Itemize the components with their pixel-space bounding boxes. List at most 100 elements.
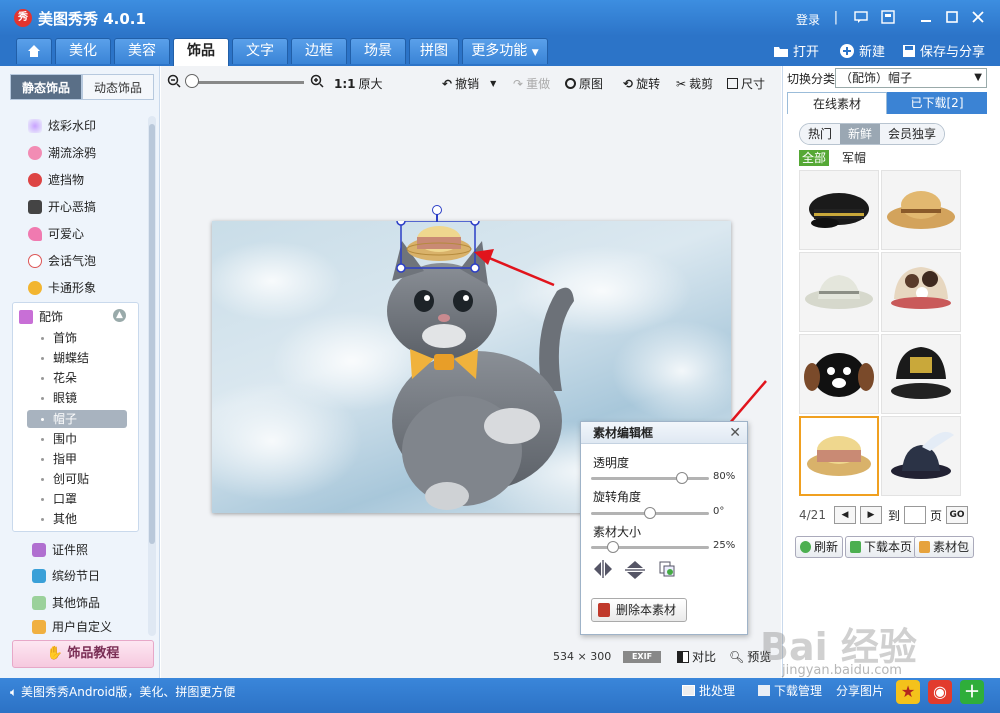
rotation-slider-handle[interactable] — [644, 507, 656, 519]
tab-scene[interactable]: 场景 — [350, 38, 406, 64]
sidebar-scrollbar[interactable] — [148, 116, 156, 636]
filter-military-cap[interactable]: 军帽 — [839, 150, 869, 166]
flip-vertical-icon[interactable] — [625, 560, 645, 580]
zoom-slider-handle[interactable] — [185, 74, 199, 88]
refresh-button[interactable]: 刷新 — [795, 536, 844, 558]
subcategory-item[interactable]: 花朵 — [27, 369, 127, 387]
subcategory-item[interactable]: 眼镜 — [27, 389, 127, 407]
material-thumbnail[interactable] — [881, 252, 961, 332]
qzone-star-icon[interactable]: ★ — [896, 680, 920, 704]
opacity-slider[interactable] — [591, 472, 709, 484]
download-page-button[interactable]: 下载本页 — [845, 536, 918, 558]
tab-more-features[interactable]: 更多功能 ▼ — [462, 38, 548, 64]
skin-icon[interactable] — [880, 10, 896, 26]
tab-frame[interactable]: 边框 — [291, 38, 347, 64]
sidebar-item-watermark[interactable]: 炫彩水印 — [28, 116, 96, 136]
exif-button[interactable]: EXIF — [623, 651, 661, 663]
subcategory-item[interactable]: 首饰 — [27, 329, 127, 347]
tab-online-materials[interactable]: 在线素材 — [787, 92, 887, 114]
redo-button[interactable]: ↷ 重做 — [513, 75, 550, 92]
subcategory-item[interactable]: 创可贴 — [27, 470, 127, 488]
tab-downloaded[interactable]: 已下载[2] — [887, 92, 987, 114]
filter-all[interactable]: 全部 — [799, 150, 830, 166]
sidebar-item-mask[interactable]: 遮挡物 — [28, 170, 84, 190]
sidebar-item-other[interactable]: 其他饰品 — [32, 593, 100, 613]
rotate-button[interactable]: ⟲ 旋转 — [623, 75, 660, 92]
subcategory-item[interactable]: 指甲 — [27, 450, 127, 468]
sidebar-item-accessory[interactable]: 配饰 — [19, 307, 63, 327]
next-page-button[interactable]: ▶ — [859, 506, 882, 524]
save-share-button[interactable]: 保存与分享 — [902, 41, 985, 60]
sidebar-item-festival[interactable]: 缤纷节日 — [32, 566, 100, 586]
material-thumbnail-selected[interactable] — [799, 416, 879, 496]
maximize-icon[interactable] — [944, 10, 960, 26]
pill-members-only[interactable]: 会员独享 — [880, 124, 945, 144]
share-image-button[interactable]: 分享图片 — [836, 682, 884, 699]
accessory-tutorial-button[interactable]: ✋ 饰品教程 — [12, 640, 154, 668]
tab-beauty[interactable]: 美容 — [114, 38, 170, 64]
promo-text[interactable]: 🔈︎ 美图秀秀Android版，美化、拼图更方便 — [10, 683, 235, 700]
original-size-button[interactable]: 1:1 原大 — [334, 75, 383, 92]
tab-home[interactable] — [16, 38, 52, 64]
tab-static-accessories[interactable]: 静态饰品 — [10, 74, 82, 100]
tab-beautify[interactable]: 美化 — [55, 38, 111, 64]
pill-hot[interactable]: 热门 — [800, 124, 841, 144]
sidebar-item-bubble[interactable]: 会话气泡 — [28, 251, 96, 271]
close-icon[interactable] — [970, 10, 986, 26]
login-link[interactable]: 登录 — [796, 11, 820, 28]
rotation-slider[interactable] — [591, 507, 709, 519]
page-number-input[interactable] — [903, 506, 926, 524]
weibo-icon[interactable]: ◉ — [928, 680, 952, 704]
material-thumbnail[interactable] — [881, 170, 961, 250]
opacity-slider-handle[interactable] — [675, 472, 688, 484]
batch-process-button[interactable]: 批处理 — [682, 682, 735, 699]
prev-page-button[interactable]: ◀ — [833, 506, 856, 524]
feedback-icon[interactable] — [853, 10, 869, 26]
zoom-in-icon[interactable] — [310, 74, 324, 88]
material-thumbnail[interactable] — [799, 334, 879, 414]
minimize-icon[interactable] — [918, 10, 934, 26]
material-pack-button[interactable]: 素材包 — [914, 536, 975, 558]
category-select[interactable]: （配饰）帽子 ▼ — [835, 68, 987, 88]
zoom-out-icon[interactable] — [167, 74, 181, 88]
scrollbar-thumb[interactable] — [149, 124, 155, 544]
sidebar-item-heart[interactable]: 可爱心 — [28, 224, 84, 244]
crop-button[interactable]: ✂ 裁剪 — [676, 75, 713, 92]
zoom-slider[interactable] — [189, 81, 304, 84]
tab-accessories[interactable]: 饰品 — [173, 38, 229, 66]
subcategory-item[interactable]: 其他 — [27, 510, 127, 528]
sidebar-item-funny[interactable]: 开心恶搞 — [28, 197, 96, 217]
flip-horizontal-icon[interactable] — [593, 560, 613, 580]
subcategory-item[interactable]: 蝴蝶结 — [27, 349, 127, 367]
sidebar-item-custom[interactable]: 用户自定义 — [32, 620, 112, 634]
open-button[interactable]: 打开 — [773, 41, 819, 60]
collapse-icon[interactable]: ▲ — [113, 309, 126, 322]
subcategory-item[interactable]: 口罩 — [27, 490, 127, 508]
original-image-button[interactable]: 原图 — [565, 75, 603, 92]
undo-button[interactable]: ↶ 撤销 ▼ — [442, 75, 496, 92]
resize-button[interactable]: 尺寸 — [727, 75, 765, 92]
sidebar-item-graffiti[interactable]: 潮流涂鸦 — [28, 143, 96, 163]
compare-button[interactable]: 对比 — [677, 648, 716, 665]
tab-dynamic-accessories[interactable]: 动态饰品 — [82, 74, 154, 100]
tab-collage[interactable]: 拼图 — [409, 38, 459, 64]
copy-icon[interactable] — [657, 560, 677, 580]
material-thumbnail[interactable] — [799, 252, 879, 332]
download-manager-button[interactable]: 下载管理 — [758, 682, 822, 699]
pill-fresh[interactable]: 新鲜 — [840, 124, 881, 144]
add-share-icon[interactable]: ＋ — [960, 680, 984, 704]
material-thumbnail[interactable] — [881, 334, 961, 414]
material-thumbnail[interactable] — [881, 416, 961, 496]
new-button[interactable]: 新建 — [839, 41, 885, 60]
material-thumbnail[interactable] — [799, 170, 879, 250]
sidebar-item-cartoon[interactable]: 卡通形象 — [28, 278, 96, 298]
close-icon[interactable]: ✕ — [729, 422, 741, 444]
subcategory-item-selected[interactable]: 帽子 — [27, 410, 127, 428]
dropdown-arrow-icon[interactable]: ▼ — [490, 79, 496, 88]
subcategory-item[interactable]: 围巾 — [27, 430, 127, 448]
tab-text[interactable]: 文字 — [232, 38, 288, 64]
sidebar-item-id-photo[interactable]: 证件照 — [32, 540, 88, 560]
size-slider-handle[interactable] — [606, 541, 619, 553]
go-button[interactable]: GO — [945, 506, 968, 524]
size-slider[interactable] — [591, 541, 709, 553]
